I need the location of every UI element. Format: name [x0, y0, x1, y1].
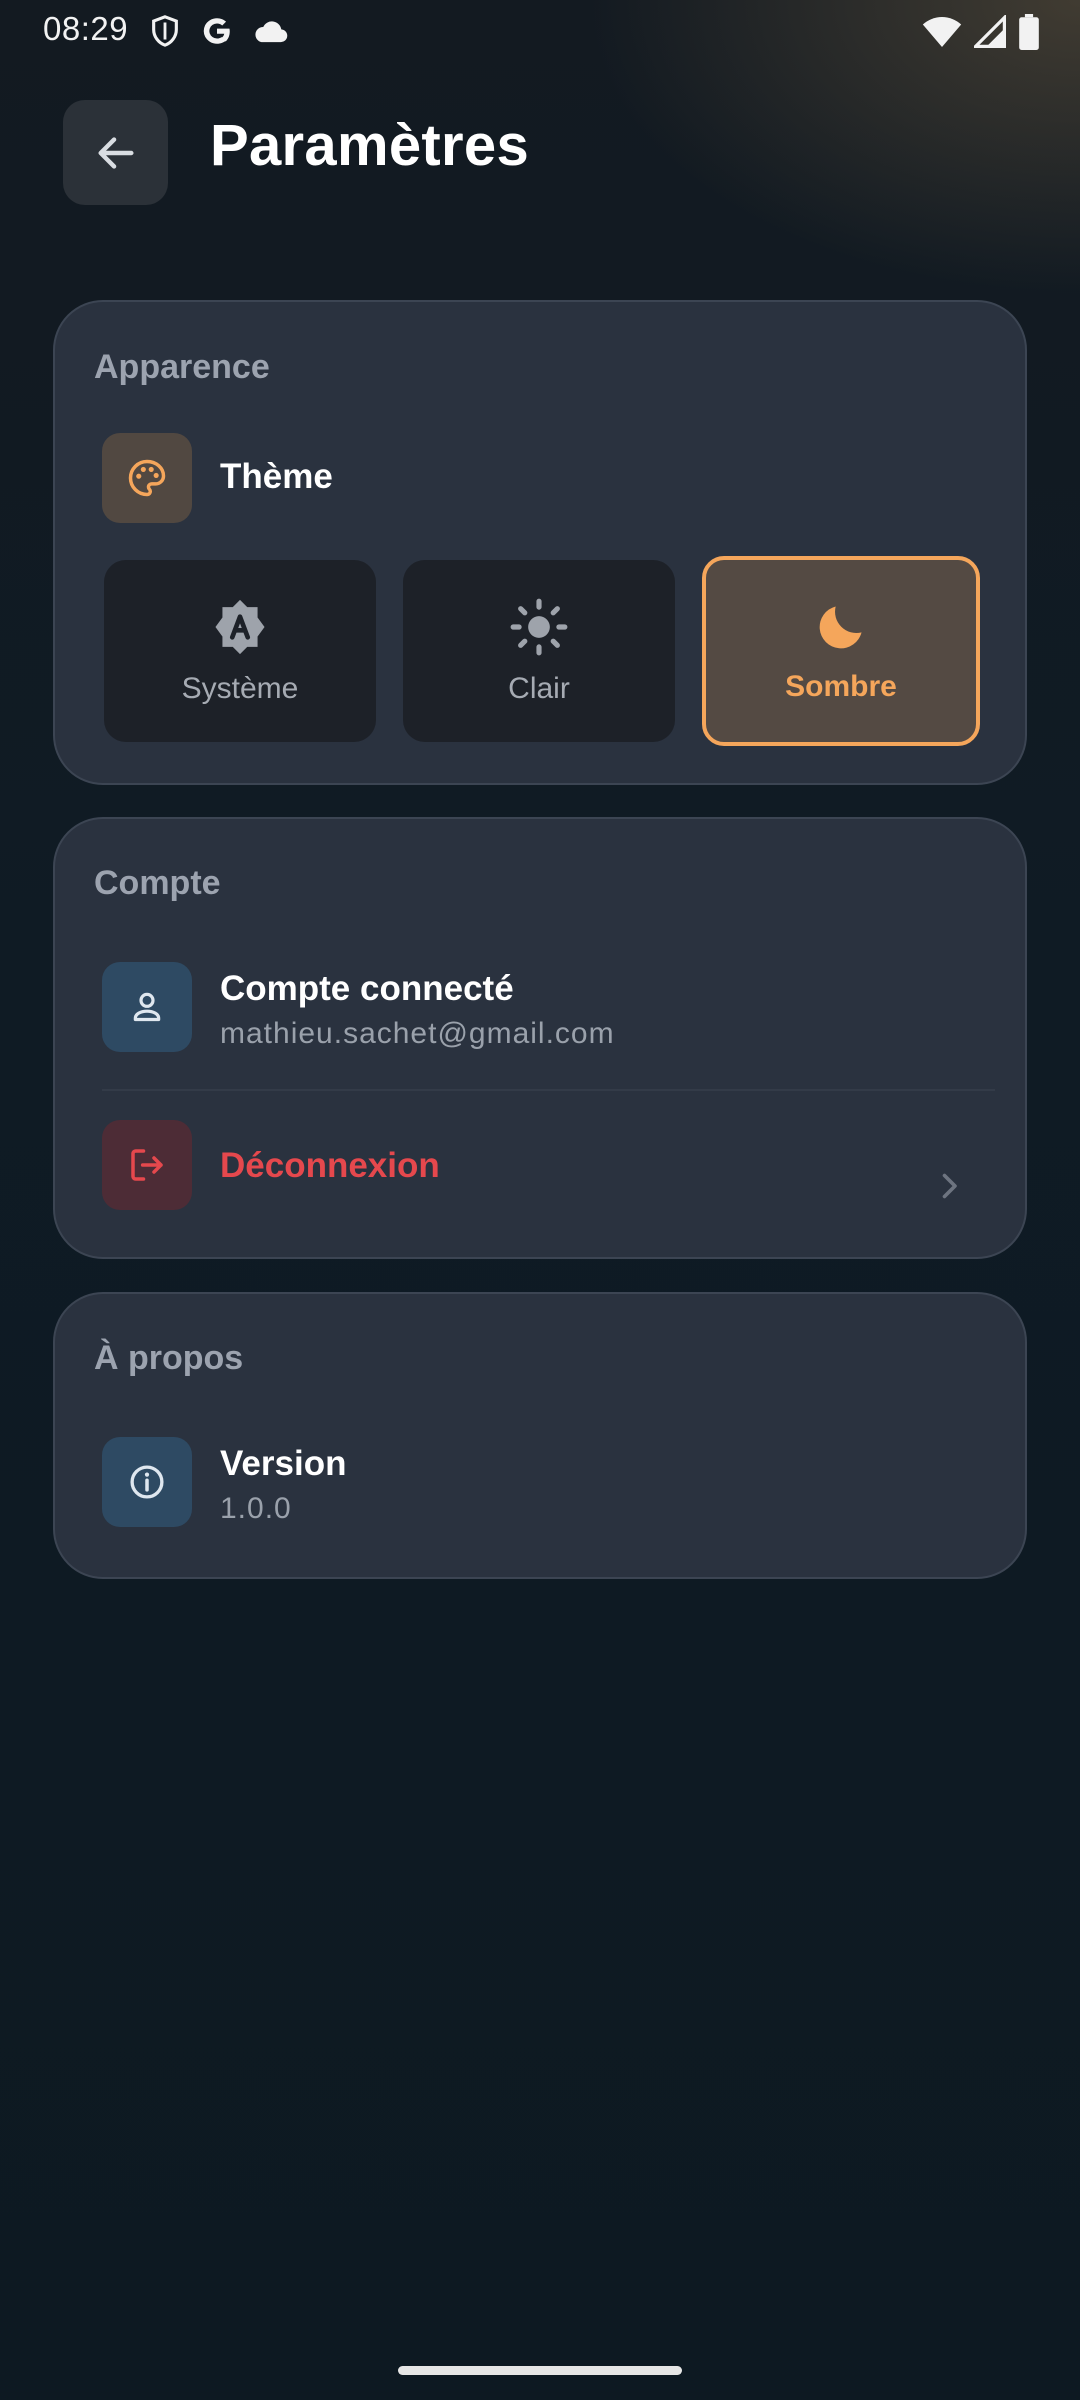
account-row-icon: [102, 962, 192, 1052]
home-indicator[interactable]: [398, 2366, 682, 2375]
moon-icon: [819, 606, 862, 649]
user-icon: [133, 992, 161, 1022]
theme-row-icon: [102, 433, 192, 523]
arrow-left-icon: [97, 136, 134, 169]
logout-row-icon: [102, 1120, 192, 1210]
version-value: 1.0.0: [220, 1492, 292, 1525]
account-email: mathieu.sachet@gmail.com: [220, 1017, 615, 1050]
status-bar: 08:29: [0, 0, 1080, 64]
battery-icon: [1019, 14, 1039, 50]
about-card: À propos Version 1.0.0: [53, 1292, 1027, 1579]
theme-option-system[interactable]: Système: [104, 560, 376, 742]
signal-icon: [974, 15, 1006, 48]
back-button[interactable]: [63, 100, 168, 205]
status-icons-right: [922, 14, 1040, 50]
theme-option-label: Sombre: [785, 670, 897, 703]
theme-row-label: Thème: [220, 457, 333, 496]
status-time: 08:29: [43, 10, 129, 47]
status-icons-left: [148, 14, 290, 48]
theme-option-dark[interactable]: Sombre: [702, 556, 980, 746]
google-icon: [203, 18, 230, 44]
palette-icon: [128, 459, 166, 497]
theme-option-label: Système: [181, 672, 299, 705]
about-section-title: À propos: [94, 1339, 244, 1377]
appearance-card: Apparence Thème Système Clair Sombre: [53, 300, 1027, 785]
shield-icon: [152, 15, 178, 47]
cloud-icon: [255, 21, 288, 43]
account-section-title: Compte: [94, 864, 221, 902]
account-card: Compte Compte connecté mathieu.sachet@gm…: [53, 817, 1027, 1259]
wifi-icon: [922, 17, 962, 47]
connected-account-title: Compte connecté: [220, 969, 514, 1008]
version-title: Version: [220, 1444, 347, 1483]
logout-label: Déconnexion: [220, 1146, 440, 1185]
sun-icon: [510, 598, 568, 656]
info-icon: [130, 1465, 164, 1499]
logout-icon: [131, 1149, 163, 1181]
version-row-icon: [102, 1437, 192, 1527]
page-title: Paramètres: [210, 113, 529, 178]
theme-option-light[interactable]: Clair: [403, 560, 675, 742]
chevron-right-icon: [942, 1173, 957, 1199]
divider: [102, 1089, 995, 1091]
theme-option-label: Clair: [508, 672, 570, 705]
appearance-section-title: Apparence: [94, 348, 270, 386]
auto-brightness-icon: [215, 599, 265, 655]
